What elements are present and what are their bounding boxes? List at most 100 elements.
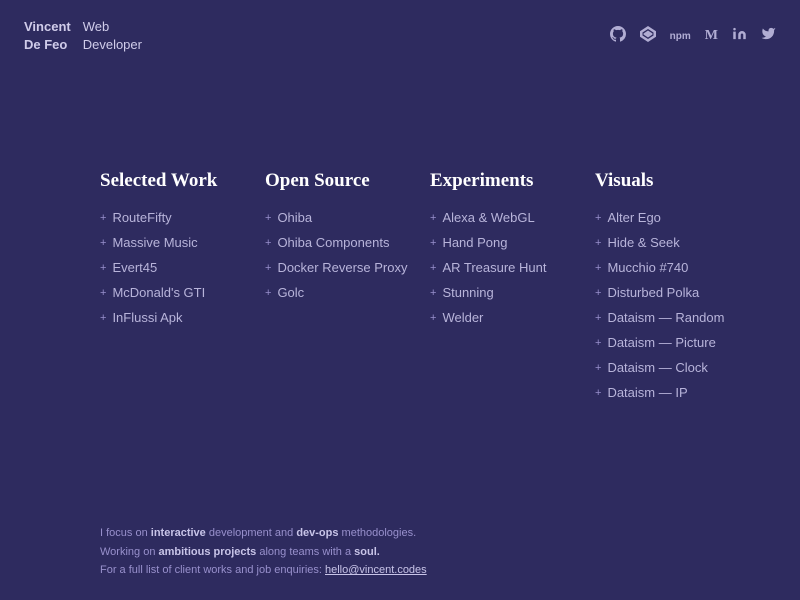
plus-icon: + xyxy=(595,312,601,324)
list-item[interactable]: + Disturbed Polka xyxy=(595,285,750,300)
column-list-experiments: + Alexa & WebGL + Hand Pong + AR Treasure Hun… xyxy=(430,210,585,325)
plus-icon: + xyxy=(595,337,601,349)
list-item-label: InFlussi Apk xyxy=(112,310,182,325)
list-item-label: Mucchio #740 xyxy=(607,260,688,275)
plus-icon: + xyxy=(430,212,436,224)
column-experiments: Experiments + Alexa & WebGL + Hand Pong + AR T… xyxy=(430,170,595,410)
plus-icon: + xyxy=(265,287,271,299)
logo-title-line1: Web xyxy=(83,18,142,36)
footer-email[interactable]: hello@vincent.codes xyxy=(325,564,427,576)
column-open-source: Open Source+Ohiba+Ohiba Components+Docke… xyxy=(265,170,430,410)
plus-icon: + xyxy=(100,312,106,324)
plus-icon: + xyxy=(595,237,601,249)
codepen-icon[interactable] xyxy=(640,26,656,47)
footer-interactive: interactive xyxy=(151,527,206,539)
column-title-visuals: Visuals xyxy=(595,170,750,192)
npm-icon[interactable]: npm xyxy=(670,31,691,42)
list-item-label: RouteFifty xyxy=(112,210,171,225)
list-item-label: Hide & Seek xyxy=(607,235,679,250)
plus-icon: + xyxy=(430,312,436,324)
list-item[interactable]: + RouteFifty xyxy=(100,210,255,225)
footer-line1-pre: I focus on xyxy=(100,527,151,539)
list-item-label: Dataism — Random xyxy=(607,310,724,325)
list-item[interactable]: + Hide & Seek xyxy=(595,235,750,250)
column-list-visuals: + Alter Ego + Hide & Seek + Mucchio #740 + Dist… xyxy=(595,210,750,400)
logo: Vincent De Feo Web Developer xyxy=(24,18,142,54)
logo-name-line2: De Feo xyxy=(24,36,71,54)
list-item-label: Dataism — Clock xyxy=(607,360,707,375)
column-title-experiments: Experiments xyxy=(430,170,585,192)
footer-devops: dev-ops xyxy=(296,527,338,539)
plus-icon: + xyxy=(595,362,601,374)
list-item[interactable]: + Stunning xyxy=(430,285,585,300)
list-item-label: Ohiba xyxy=(277,210,312,225)
footer-line3-pre: For a full list of client works and job … xyxy=(100,564,325,576)
list-item[interactable]: + Alexa & WebGL xyxy=(430,210,585,225)
list-item[interactable]: + Dataism — IP xyxy=(595,385,750,400)
footer-line1-mid: development and xyxy=(206,527,297,539)
list-item[interactable]: + Golc xyxy=(265,285,420,300)
list-item-label: Docker Reverse Proxy xyxy=(277,260,407,275)
plus-icon: + xyxy=(595,262,601,274)
plus-icon: + xyxy=(595,287,601,299)
list-item-label: Alexa & WebGL xyxy=(442,210,534,225)
list-item-label: Dataism — Picture xyxy=(607,335,715,350)
linkedin-icon[interactable] xyxy=(732,26,747,46)
list-item-label: AR Treasure Hunt xyxy=(442,260,546,275)
column-title-open-source: Open Source xyxy=(265,170,420,192)
column-title-selected-work: Selected Work xyxy=(100,170,255,192)
plus-icon: + xyxy=(265,237,271,249)
footer-line2-post: along teams with a xyxy=(256,546,354,558)
column-list-selected-work: +RouteFifty+Massive Music+Evert45+McDona… xyxy=(100,210,255,325)
list-item[interactable]: + Docker Reverse Proxy xyxy=(265,260,420,275)
list-item[interactable]: + Dataism — Picture xyxy=(595,335,750,350)
medium-icon[interactable]: M xyxy=(705,28,718,44)
footer-soul: soul. xyxy=(354,546,380,558)
plus-icon: + xyxy=(100,212,106,224)
plus-icon: + xyxy=(595,387,601,399)
column-list-open-source: +Ohiba+Ohiba Components+Docker Reverse P… xyxy=(265,210,420,300)
footer: I focus on interactive development and d… xyxy=(100,524,760,580)
list-item-label: Welder xyxy=(442,310,483,325)
list-item-label: Ohiba Components xyxy=(277,235,389,250)
plus-icon: + xyxy=(430,262,436,274)
list-item[interactable]: + InFlussi Apk xyxy=(100,310,255,325)
github-icon[interactable] xyxy=(610,26,626,47)
list-item[interactable]: + Dataism — Clock xyxy=(595,360,750,375)
list-item-label: Dataism — IP xyxy=(607,385,687,400)
list-item[interactable]: +Massive Music xyxy=(100,235,255,250)
plus-icon: + xyxy=(430,287,436,299)
list-item-label: Hand Pong xyxy=(442,235,507,250)
list-item[interactable]: + Dataism — Random xyxy=(595,310,750,325)
plus-icon: + xyxy=(265,262,271,274)
logo-title-line2: Developer xyxy=(83,36,142,54)
plus-icon: + xyxy=(430,237,436,249)
list-item[interactable]: + Welder xyxy=(430,310,585,325)
list-item[interactable]: + AR Treasure Hunt xyxy=(430,260,585,275)
footer-ambitious: ambitious projects xyxy=(159,546,257,558)
footer-line1-post: methodologies. xyxy=(339,527,417,539)
column-visuals: Visuals + Alter Ego + Hide & Seek + Mucchio #7… xyxy=(595,170,760,410)
column-selected-work: Selected Work+RouteFifty+Massive Music+E… xyxy=(100,170,265,410)
logo-name-line1: Vincent xyxy=(24,18,71,36)
list-item-label: Disturbed Polka xyxy=(607,285,699,300)
list-item[interactable]: + Alter Ego xyxy=(595,210,750,225)
list-item-label: Massive Music xyxy=(112,235,197,250)
footer-line2-pre: Working on xyxy=(100,546,159,558)
list-item-label: Golc xyxy=(277,285,304,300)
twitter-icon[interactable] xyxy=(761,26,776,46)
list-item[interactable]: + Ohiba Components xyxy=(265,235,420,250)
list-item[interactable]: +Ohiba xyxy=(265,210,420,225)
list-item[interactable]: + Evert45 xyxy=(100,260,255,275)
list-item-label: Stunning xyxy=(442,285,493,300)
plus-icon: + xyxy=(100,287,106,299)
list-item-label: Alter Ego xyxy=(607,210,660,225)
list-item-label: McDonald's GTI xyxy=(112,285,205,300)
header-icons: npm M xyxy=(610,26,776,47)
list-item[interactable]: + Mucchio #740 xyxy=(595,260,750,275)
list-item-label: Evert45 xyxy=(112,260,157,275)
plus-icon: + xyxy=(595,212,601,224)
list-item[interactable]: + Hand Pong xyxy=(430,235,585,250)
list-item[interactable]: + McDonald's GTI xyxy=(100,285,255,300)
plus-icon: + xyxy=(100,262,106,274)
